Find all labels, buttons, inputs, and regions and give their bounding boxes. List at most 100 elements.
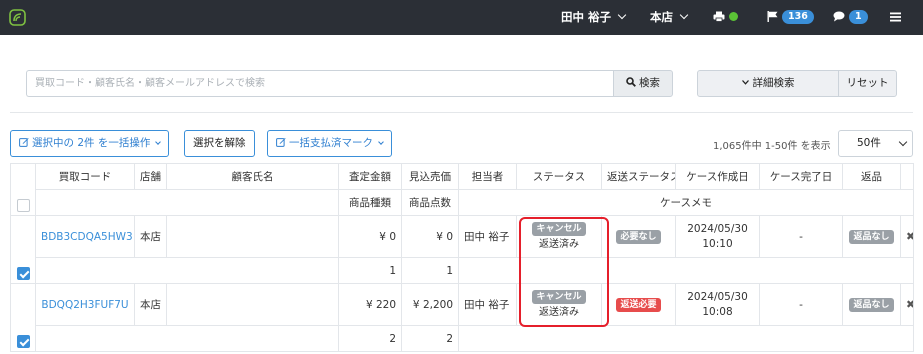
chat-bubble-icon <box>833 11 845 22</box>
status-cell: キャンセル 返送済み <box>516 215 602 258</box>
bulk-payment-mark-button[interactable]: 一括支払済マーク <box>267 130 392 157</box>
detail-blank-cell <box>35 325 339 352</box>
select-all-cell <box>10 163 36 216</box>
chevron-down-icon <box>898 137 908 147</box>
bulk-action-label: 選択中の 2件 を一括操作 <box>32 137 151 149</box>
created-cell: 2024/05/30 10:10 <box>675 215 760 258</box>
search-button[interactable]: 検索 <box>613 70 673 97</box>
per-page-select[interactable]: 50件 <box>838 130 913 157</box>
search-button-label: 検索 <box>639 77 660 89</box>
bulk-action-button[interactable]: 選択中の 2件 を一括操作 <box>10 130 170 157</box>
col-header-status[interactable]: ステータス <box>516 163 602 190</box>
user-name: 田中 裕子 <box>561 10 612 24</box>
col-header-item-types[interactable]: 商品種類 <box>338 189 402 216</box>
col-header-code[interactable]: 買取コード <box>35 163 135 190</box>
item-types-cell: 1 <box>338 257 402 284</box>
return-status-badge: 必要なし <box>616 229 661 244</box>
staff-cell: 田中 裕子 <box>458 215 517 258</box>
col-header-blank <box>35 189 339 216</box>
return-status-cell: 返送必要 <box>601 283 676 326</box>
delete-cell: ✖ <box>900 283 914 326</box>
appraisal-cell: ¥ 220 <box>338 283 402 326</box>
row-checkbox[interactable] <box>16 335 30 348</box>
case-code-link[interactable]: BDB3CDQA5HW3 <box>35 215 135 258</box>
col-header-store[interactable]: 店舗 <box>134 163 167 190</box>
item-count-cell: 1 <box>401 257 459 284</box>
col-header-return-status[interactable]: 返送ステータス <box>601 163 676 190</box>
close-icon[interactable]: ✖ <box>906 298 913 311</box>
table-header-row: 買取コード 店舗 顧客氏名 査定金額 見込売価 担当者 ステータス 返送ステータ… <box>10 163 914 216</box>
appraisal-cell: ¥ 0 <box>338 215 402 258</box>
returned-cell: 返品なし <box>842 283 901 326</box>
caret-down-icon <box>155 139 162 145</box>
col-header-created[interactable]: ケース作成日 <box>675 163 760 190</box>
cases-table: 買取コード 店舗 顧客氏名 査定金額 見込売価 担当者 ステータス 返送ステータ… <box>10 163 914 352</box>
col-header-estimated[interactable]: 見込売価 <box>401 163 459 190</box>
advanced-search-button[interactable]: 詳細検索 <box>697 70 839 97</box>
chevron-down-icon <box>679 10 689 20</box>
deselect-button[interactable]: 選択を解除 <box>184 130 255 157</box>
flag-notifications[interactable]: 136 <box>767 0 814 35</box>
store-cell: 本店 <box>134 215 167 258</box>
col-header-item-count[interactable]: 商品点数 <box>401 189 459 216</box>
table-row-detail: 1 1 <box>11 257 914 284</box>
app-logo-icon[interactable] <box>9 9 26 26</box>
col-header-appraisal[interactable]: 査定金額 <box>338 163 402 190</box>
row-select-cell <box>10 283 36 352</box>
chevron-down-icon <box>617 10 627 20</box>
table-subheader-row: 商品種類 商品点数 ケースメモ <box>11 189 914 216</box>
return-status-badge: 返送必要 <box>616 297 661 312</box>
col-header-completed[interactable]: ケース完了日 <box>759 163 843 190</box>
detail-blank-cell <box>35 257 339 284</box>
advanced-search-label: 詳細検索 <box>752 77 795 89</box>
status-cell: キャンセル 返送済み <box>516 283 602 326</box>
hamburger-menu-button[interactable] <box>890 0 901 35</box>
close-icon[interactable]: ✖ <box>906 230 913 243</box>
col-header-customer[interactable]: 顧客氏名 <box>166 163 339 190</box>
completed-cell: - <box>759 283 843 326</box>
delete-cell: ✖ <box>900 215 914 258</box>
table-row-detail: 2 2 <box>11 325 914 352</box>
col-header-returned[interactable]: 返品 <box>842 163 901 190</box>
select-all-checkbox[interactable] <box>16 199 30 212</box>
status-sub-text: 返送済み <box>539 307 579 318</box>
caret-down-icon <box>378 139 384 145</box>
search-input[interactable]: 買取コード・顧客氏名・顧客メールアドレスで検索 <box>26 70 614 97</box>
edit-icon <box>19 138 29 147</box>
flag-icon <box>767 11 778 22</box>
result-count: 1,065件中 1-50件 を表示 <box>713 141 831 152</box>
message-notifications[interactable]: 1 <box>833 0 868 35</box>
case-code-link[interactable]: BDQQ2H3FUF7U <box>35 283 135 326</box>
created-cell: 2024/05/30 10:08 <box>675 283 760 326</box>
returned-badge: 返品なし <box>849 297 894 312</box>
return-status-cell: 必要なし <box>601 215 676 258</box>
returned-badge: 返品なし <box>849 229 894 244</box>
status-badge: キャンセル <box>532 222 586 236</box>
reset-button[interactable]: リセット <box>838 70 897 97</box>
col-header-memo: ケースメモ <box>458 189 914 216</box>
per-page-value: 50件 <box>857 137 881 149</box>
store-cell: 本店 <box>134 283 167 326</box>
memo-cell <box>458 257 914 284</box>
hamburger-icon <box>890 12 901 21</box>
table-row[interactable]: BDQQ2H3FUF7U 本店 ¥ 220 ¥ 2,200 田中 裕子 キャンセ… <box>10 283 914 352</box>
completed-cell: - <box>759 215 843 258</box>
printer-online-indicator <box>729 12 738 21</box>
created-time: 10:10 <box>702 237 733 250</box>
search-placeholder: 買取コード・顧客氏名・顧客メールアドレスで検索 <box>35 78 265 89</box>
col-header-staff[interactable]: 担当者 <box>458 163 517 190</box>
returned-cell: 返品なし <box>842 215 901 258</box>
row-select-cell <box>10 215 36 284</box>
bulk-payment-label: 一括支払済マーク <box>289 137 373 149</box>
item-count-cell: 2 <box>401 325 459 352</box>
row-checkbox[interactable] <box>16 267 30 280</box>
memo-cell <box>458 325 914 352</box>
store-menu[interactable]: 本店 <box>650 0 689 35</box>
user-menu[interactable]: 田中 裕子 <box>561 0 627 35</box>
search-icon <box>626 77 636 87</box>
printer-status[interactable] <box>713 0 738 35</box>
created-time: 10:08 <box>702 305 733 318</box>
chevron-down-icon <box>741 79 749 85</box>
table-row[interactable]: BDB3CDQA5HW3 本店 ¥ 0 ¥ 0 田中 裕子 キャンセル 返送済み… <box>10 215 914 284</box>
created-date: 2024/05/30 <box>687 222 748 235</box>
